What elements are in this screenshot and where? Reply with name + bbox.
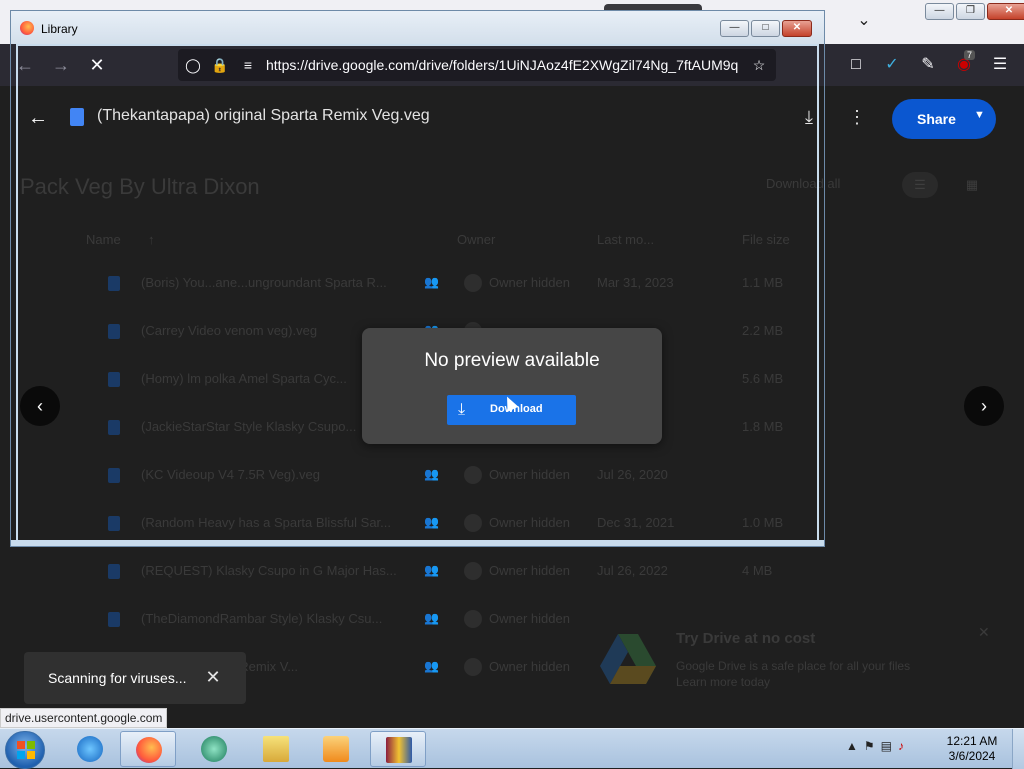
grid-view-icon[interactable]: ▦ [954,172,990,198]
show-desktop-button[interactable] [1012,729,1024,769]
close-icon[interactable]: ✕ [202,666,224,688]
network-icon[interactable]: ▤ [881,739,892,753]
library-frame [16,44,819,542]
taskbar-app[interactable] [186,731,242,767]
menu-hamburger-icon[interactable]: ☰ [988,53,1012,77]
library-window-controls: — □ ✕ [720,20,812,37]
maximize-button[interactable]: □ [751,20,780,37]
media-player-icon [323,736,349,762]
file-name: (REQUEST) Klasky Csupo in G Major Has... [141,563,397,578]
file-icon [108,564,120,579]
tab-list-chevron-icon[interactable]: ⌄ [852,10,876,32]
firefox-icon [136,737,162,763]
next-file-icon[interactable]: › [964,386,1004,426]
close-button[interactable]: ✕ [987,3,1024,20]
library-title: Library [41,22,78,36]
shared-icon: 👥 [424,611,439,625]
avatar [464,658,482,676]
folder-icon [263,736,289,762]
toast-text: Scanning for viruses... [48,670,187,686]
library-window: Library — □ ✕ [10,10,825,547]
promo-link[interactable]: Learn more today [676,675,770,689]
flag-icon[interactable]: ⚑ [864,739,875,753]
share-button[interactable]: Share ▼ [892,99,996,139]
extension-badge: 7 [964,50,976,60]
browser-window-controls: — ❐ ✕ [925,3,1024,20]
pocket-icon[interactable]: □ [844,53,868,77]
chevron-down-icon[interactable]: ▼ [974,109,985,121]
clock-time: 12:21 AM [946,734,998,748]
system-tray: ▲ ⚑ ▤ ♪ [846,739,904,753]
taskbar-ie[interactable] [62,731,118,767]
volume-muted-icon[interactable]: ♪ [898,739,904,753]
size-cell: 4 MB [742,563,773,578]
windows-logo-icon [17,741,35,759]
promo-body: Google Drive is a safe place for all you… [676,659,911,673]
close-button[interactable]: ✕ [782,20,812,37]
winrar-icon [386,737,412,763]
extensions-puzzle-icon[interactable]: ✎ [916,53,940,77]
share-label: Share [917,111,956,127]
more-options-icon[interactable]: ⋮ [848,106,866,128]
file-name: (TheDiamondRambar Style) Klasky Csu... [141,611,383,626]
list-view-icon[interactable]: ☰ [902,172,938,198]
close-icon[interactable]: ✕ [978,624,990,641]
drive-logo-icon [600,634,656,684]
firefox-icon [20,21,34,35]
owner-cell: Owner hidden [489,563,570,578]
minimize-button[interactable]: — [925,3,954,20]
extension-check-icon[interactable]: ✓ [880,53,904,77]
avatar [464,562,482,580]
ie-icon [77,736,103,762]
taskbar-winrar[interactable] [370,731,426,767]
owner-cell: Owner hidden [489,659,570,674]
restore-button[interactable]: ❐ [956,3,985,20]
owner-cell: Owner hidden [489,611,570,626]
minimize-button[interactable]: — [720,20,749,37]
start-button[interactable] [5,731,45,769]
modified-cell: Jul 26, 2022 [597,563,668,578]
status-bar-url: drive.usercontent.google.com [0,708,168,728]
promo-text: Google Drive is a safe place for all you… [676,658,936,690]
promo-banner: Try Drive at no cost Google Drive is a s… [580,606,1000,716]
table-row[interactable]: (REQUEST) Klasky Csupo in G Major Has...… [0,548,1024,596]
shared-icon: 👥 [424,659,439,673]
taskbar-media-player[interactable] [308,731,364,767]
clock-date: 3/6/2024 [948,749,996,763]
avatar [464,610,482,628]
file-icon [108,612,120,627]
promo-title: Try Drive at no cost [676,630,816,647]
tray-chevron-icon[interactable]: ▲ [846,739,858,753]
taskbar-firefox[interactable] [120,731,176,767]
library-titlebar[interactable]: Library — □ ✕ [11,11,824,44]
taskbar-explorer[interactable] [248,731,304,767]
taskbar: ▲ ⚑ ▤ ♪ 12:21 AM 3/6/2024 [0,728,1024,769]
app-icon [201,736,227,762]
scanning-toast: Scanning for viruses... ✕ [24,652,246,704]
taskbar-clock[interactable]: 12:21 AM 3/6/2024 [940,734,1004,764]
shared-icon: 👥 [424,563,439,577]
library-bottom-border [11,540,824,546]
